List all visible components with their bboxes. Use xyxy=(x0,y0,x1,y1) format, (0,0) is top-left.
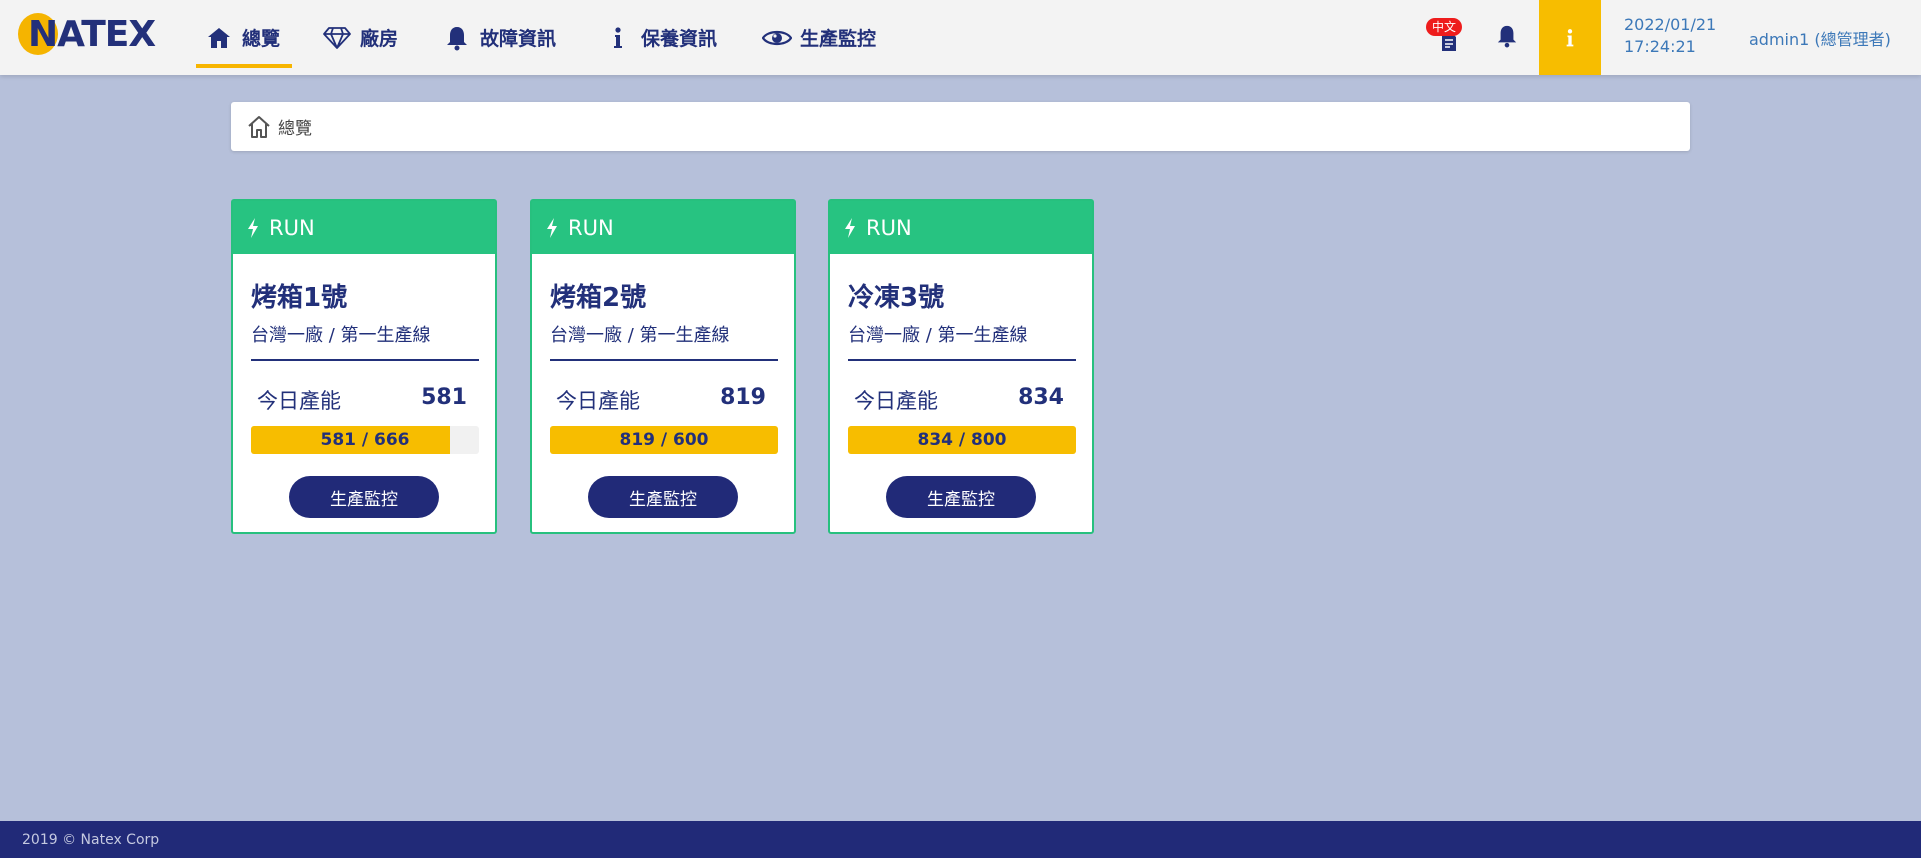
card-status: RUN xyxy=(269,215,315,240)
eye-icon xyxy=(762,23,792,53)
diamond-icon xyxy=(322,23,352,53)
top-navbar: NATEX 總覽 廠房 故障資訊 保養資訊 生產監控 中文 2022/01/21… xyxy=(0,0,1921,75)
card-divider xyxy=(848,359,1076,361)
bolt-icon xyxy=(546,217,558,238)
copyright-text: 2019 © Natex Corp xyxy=(22,831,160,848)
progress-text: 581 / 666 xyxy=(320,430,410,450)
nav-item-fault-info[interactable]: 故障資訊 xyxy=(442,0,556,75)
card-status-header: RUN xyxy=(233,201,495,254)
home-outline-icon[interactable] xyxy=(246,115,272,139)
card-divider xyxy=(251,359,479,361)
logo-text: NATEX xyxy=(28,14,156,55)
nav-item-plant[interactable]: 廠房 xyxy=(322,0,398,75)
info-icon xyxy=(1566,28,1574,46)
capacity-value: 581 xyxy=(421,385,467,410)
capacity-progress: 819 / 600 xyxy=(550,426,778,454)
machine-name: 烤箱2號 xyxy=(550,283,647,313)
bolt-icon xyxy=(247,217,259,238)
machine-location: 台灣一廠 / 第一生產線 xyxy=(848,325,1028,346)
machine-name: 冷凍3號 xyxy=(848,283,945,313)
current-date: 2022/01/21 xyxy=(1624,15,1717,34)
capacity-progress: 581 / 666 xyxy=(251,426,479,454)
machine-name: 烤箱1號 xyxy=(251,283,348,313)
card-status-header: RUN xyxy=(830,201,1092,254)
bell-icon xyxy=(442,23,472,53)
card-status-header: RUN xyxy=(532,201,794,254)
info-icon xyxy=(603,23,633,53)
nav-item-label: 故障資訊 xyxy=(480,28,557,50)
machine-card: RUN 冷凍3號 台灣一廠 / 第一生產線 今日產能 834 834 / 800… xyxy=(828,199,1094,534)
capacity-progress: 834 / 800 xyxy=(848,426,1076,454)
capacity-value: 819 xyxy=(720,385,766,410)
home-icon xyxy=(204,23,234,53)
nav-active-indicator xyxy=(196,64,292,68)
capacity-label: 今日產能 xyxy=(854,389,938,413)
machine-card: RUN 烤箱2號 台灣一廠 / 第一生產線 今日產能 819 819 / 600… xyxy=(530,199,796,534)
nav-item-label: 保養資訊 xyxy=(641,28,718,50)
machine-location: 台灣一廠 / 第一生產線 xyxy=(550,325,730,346)
nav-item-label: 廠房 xyxy=(360,28,399,50)
production-monitor-button[interactable]: 生產監控 xyxy=(588,476,738,518)
capacity-label: 今日產能 xyxy=(556,389,640,413)
breadcrumb: 總覽 xyxy=(231,102,1690,151)
production-monitor-button[interactable]: 生產監控 xyxy=(289,476,439,518)
info-button[interactable] xyxy=(1539,0,1601,75)
footer: 2019 © Natex Corp xyxy=(0,821,1921,858)
current-datetime: 2022/01/21 17:24:21 xyxy=(1624,14,1716,58)
natex-logo[interactable]: NATEX xyxy=(16,13,171,59)
card-status: RUN xyxy=(568,215,614,240)
nav-item-label: 總覽 xyxy=(242,28,281,50)
language-switch[interactable]: 中文 xyxy=(1424,16,1474,56)
notifications-button[interactable] xyxy=(1496,24,1520,50)
bolt-icon xyxy=(844,217,856,238)
current-time: 17:24:21 xyxy=(1624,37,1696,56)
breadcrumb-current: 總覽 xyxy=(278,119,312,139)
card-divider xyxy=(550,359,778,361)
nav-item-label: 生產監控 xyxy=(800,28,877,50)
production-monitor-button[interactable]: 生產監控 xyxy=(886,476,1036,518)
nav-item-production-monitor[interactable]: 生產監控 xyxy=(762,0,876,75)
language-badge: 中文 xyxy=(1426,18,1463,36)
user-menu[interactable]: admin1 (總管理者) xyxy=(1749,26,1891,50)
capacity-label: 今日產能 xyxy=(257,389,341,413)
card-status: RUN xyxy=(866,215,912,240)
machine-card: RUN 烤箱1號 台灣一廠 / 第一生產線 今日產能 581 581 / 666… xyxy=(231,199,497,534)
nav-item-maintenance-info[interactable]: 保養資訊 xyxy=(603,0,717,75)
bell-icon xyxy=(1497,25,1517,48)
progress-text: 819 / 600 xyxy=(619,430,709,450)
machine-location: 台灣一廠 / 第一生產線 xyxy=(251,325,431,346)
progress-text: 834 / 800 xyxy=(917,430,1007,450)
capacity-value: 834 xyxy=(1018,385,1064,410)
